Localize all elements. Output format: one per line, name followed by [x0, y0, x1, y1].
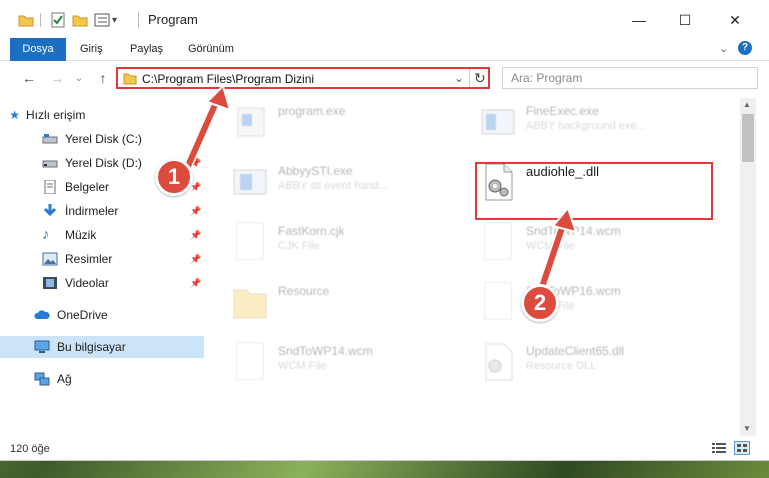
arrow-step-2 — [536, 207, 577, 295]
annotation-arrows — [183, 85, 577, 295]
arrow-step-1 — [183, 85, 231, 171]
step-badge-2: 2 — [521, 284, 559, 322]
step-badge-1: 1 — [155, 158, 193, 196]
